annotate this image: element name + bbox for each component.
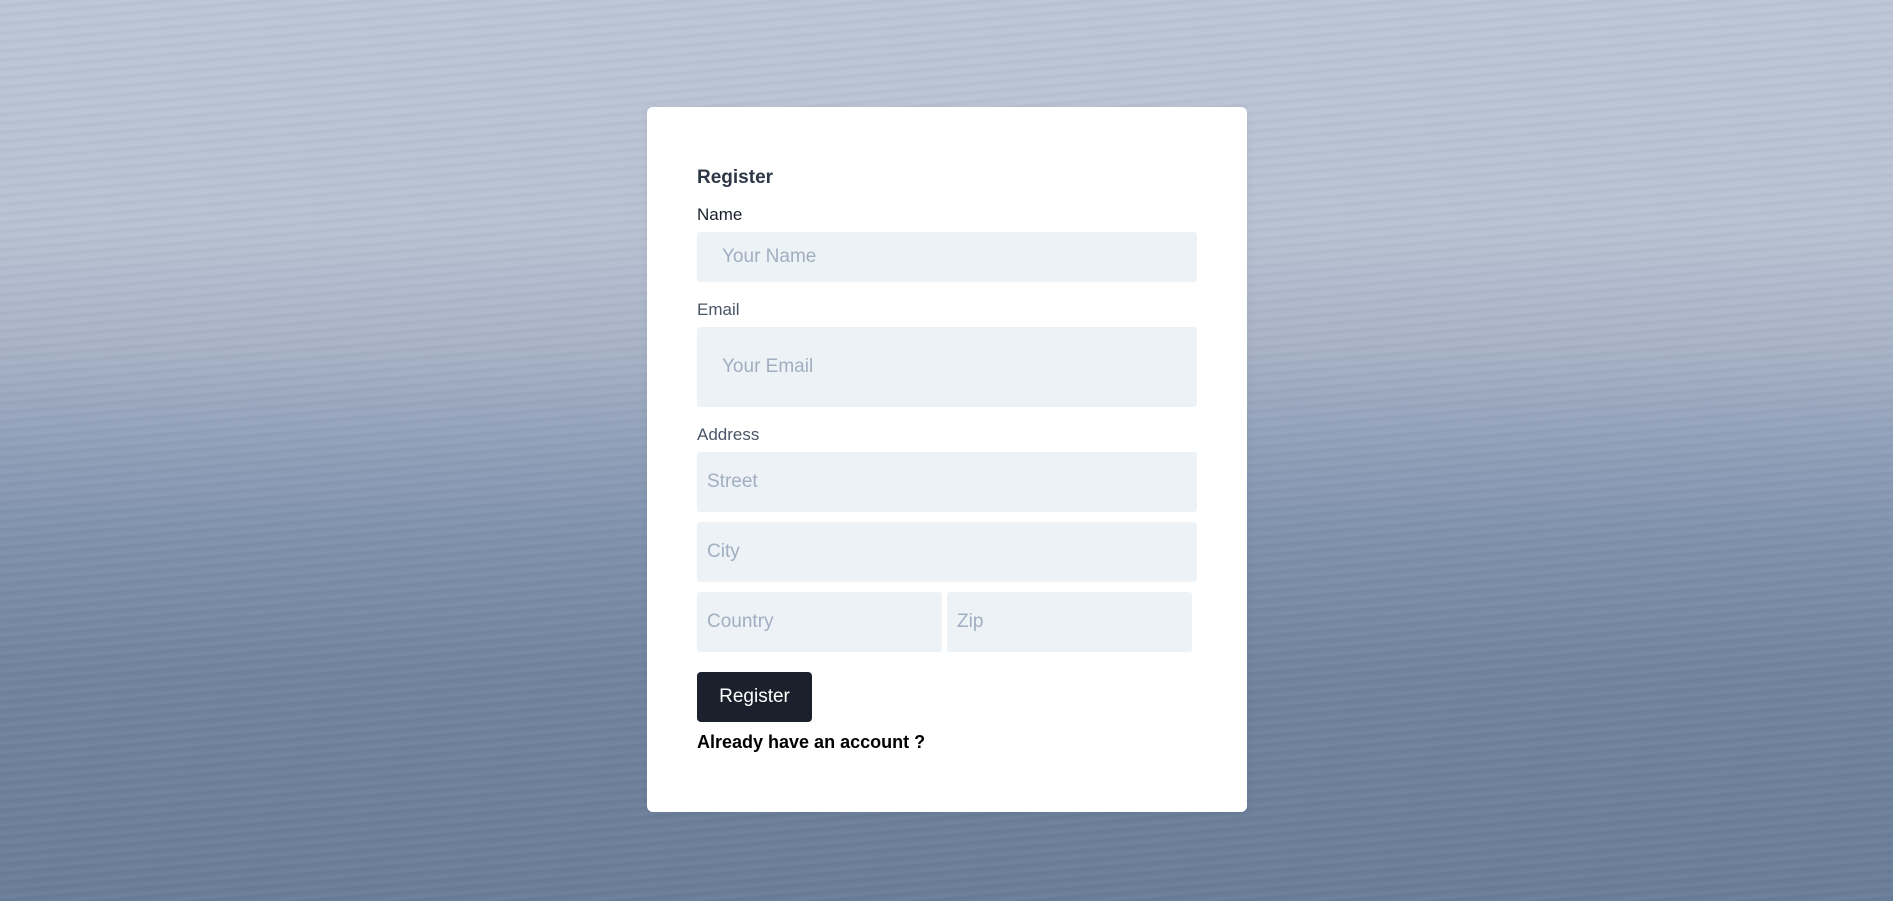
register-card: Register Name Email Address Register Alr… bbox=[647, 107, 1247, 812]
street-input[interactable] bbox=[697, 452, 1197, 512]
name-input[interactable] bbox=[697, 232, 1197, 282]
name-label: Name bbox=[697, 205, 743, 224]
register-button[interactable]: Register bbox=[697, 672, 812, 722]
form-title: Register bbox=[697, 167, 774, 188]
email-label: Email bbox=[697, 300, 740, 319]
address-label: Address bbox=[697, 425, 760, 444]
email-input[interactable] bbox=[697, 327, 1197, 407]
login-link[interactable]: Already have an account ? bbox=[697, 732, 925, 753]
city-input[interactable] bbox=[697, 522, 1197, 582]
country-input[interactable] bbox=[697, 592, 942, 652]
zip-input[interactable] bbox=[947, 592, 1192, 652]
